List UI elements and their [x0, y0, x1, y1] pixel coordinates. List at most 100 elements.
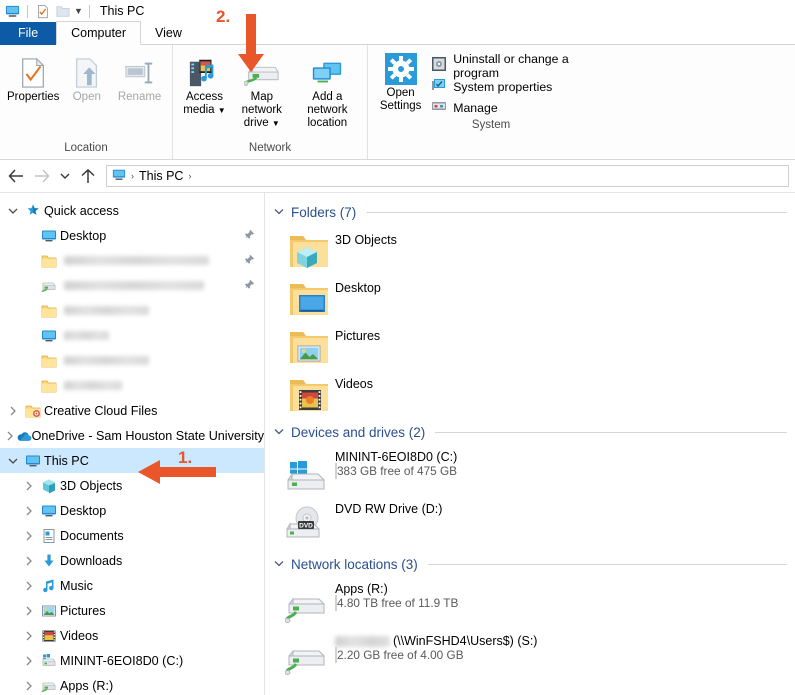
folder-icon: [38, 253, 60, 269]
chevron-right-icon[interactable]: [20, 631, 38, 641]
breadcrumb-separator-end[interactable]: ›: [188, 171, 191, 181]
drive-free-space: 4.80 TB free of 11.9 TB: [337, 596, 459, 610]
tab-file[interactable]: File: [0, 22, 57, 45]
sidebar-item-label: Desktop: [60, 228, 107, 243]
sidebar-item-redacted[interactable]: [0, 323, 264, 348]
chevron-down-icon[interactable]: [273, 559, 285, 570]
chevron-right-icon[interactable]: [4, 406, 22, 416]
folder-item[interactable]: Videos: [283, 371, 558, 419]
folder-name: Desktop: [335, 281, 381, 295]
recent-locations-button[interactable]: [56, 164, 74, 188]
sidebar-item-minint-6eoi8d0-c[interactable]: MININT-6EOI8D0 (C:): [0, 648, 264, 673]
drive-item[interactable]: (\\WinFSHD4\Users$) (S:) 2.20 GB free of …: [283, 631, 558, 683]
drive-name-row: (\\WinFSHD4\Users$) (S:): [335, 634, 537, 648]
back-button[interactable]: [4, 164, 28, 188]
sidebar-item-apps-r[interactable]: Apps (R:): [0, 673, 264, 695]
pin-icon[interactable]: [244, 254, 255, 268]
add-network-location-label-line1: Add a network: [307, 91, 348, 116]
forward-button[interactable]: [30, 164, 54, 188]
redacted-label: [64, 306, 149, 315]
sidebar-item-redacted[interactable]: [0, 298, 264, 323]
sidebar-item-quick-access[interactable]: Quick access: [0, 198, 264, 223]
folder-item[interactable]: 3D Objects: [283, 227, 558, 275]
system-properties-item[interactable]: System properties: [431, 76, 608, 97]
dvd-drive-icon: DVD: [283, 501, 335, 541]
open-icon: [72, 55, 102, 91]
sidebar-item-3d-objects[interactable]: 3D Objects: [0, 473, 264, 498]
address-bar[interactable]: › This PC ›: [106, 165, 789, 187]
rename-button[interactable]: Rename: [113, 49, 166, 104]
sidebar-item-desktop[interactable]: Desktop: [0, 498, 264, 523]
sidebar-item-downloads[interactable]: Downloads: [0, 548, 264, 573]
folder-pictures-icon: [283, 325, 335, 367]
add-network-location-icon: [310, 55, 344, 91]
sidebar-item-creative-cloud-files[interactable]: Creative Cloud Files: [0, 398, 264, 423]
folder-icon: [38, 303, 60, 319]
sidebar-item-label: This PC: [44, 453, 89, 468]
this-pc-sidebar-item[interactable]: This PC: [0, 448, 264, 473]
sidebar-item-onedrive-sam-houston-state-university[interactable]: OneDrive - Sam Houston State University: [0, 423, 264, 448]
sidebar-item-music[interactable]: Music: [0, 573, 264, 598]
chevron-right-icon[interactable]: [20, 681, 38, 691]
title-divider: [88, 4, 90, 18]
pin-icon[interactable]: [244, 229, 255, 243]
properties-button[interactable]: Properties: [6, 49, 60, 104]
folder-item[interactable]: Desktop: [283, 275, 558, 323]
tab-view[interactable]: View: [141, 22, 196, 45]
open-settings-label-line2: Settings: [379, 100, 422, 112]
chevron-right-icon[interactable]: [20, 531, 38, 541]
access-media-button[interactable]: Access media ▼: [179, 49, 230, 117]
breadcrumb-this-pc[interactable]: This PC: [139, 169, 183, 183]
chevron-down-icon[interactable]: ▼: [272, 119, 280, 128]
monitor-icon[interactable]: [4, 3, 21, 20]
section-header[interactable]: Folders (7): [273, 201, 795, 223]
chevron-down-icon[interactable]: [4, 457, 22, 465]
system-command-list: Uninstall or change a program System pro…: [431, 51, 608, 118]
chevron-down-icon[interactable]: [273, 427, 285, 438]
section-header[interactable]: Devices and drives (2): [273, 421, 795, 443]
sidebar-item-redacted[interactable]: [0, 273, 264, 298]
section-header[interactable]: Network locations (3): [273, 553, 795, 575]
manage-item[interactable]: Manage: [431, 97, 608, 118]
properties-icon[interactable]: [34, 3, 51, 20]
access-media-label-line2: media: [183, 104, 215, 116]
sidebar-item-redacted[interactable]: [0, 348, 264, 373]
sidebar-item-documents[interactable]: Documents: [0, 523, 264, 548]
network-drive-icon: [283, 633, 335, 677]
sidebar-item-videos[interactable]: Videos: [0, 623, 264, 648]
chevron-right-icon[interactable]: [20, 656, 38, 666]
chevron-right-icon[interactable]: [20, 581, 38, 591]
chevron-right-icon[interactable]: [4, 431, 16, 441]
map-network-drive-button[interactable]: Map network drive ▼: [230, 49, 294, 130]
drive-item[interactable]: MININT-6EOI8D0 (C:) 383 GB free of 475 GB: [283, 447, 558, 499]
sidebar-item-pictures[interactable]: Pictures: [0, 598, 264, 623]
chevron-right-icon[interactable]: [20, 556, 38, 566]
folder-item[interactable]: Pictures: [283, 323, 558, 371]
pin-icon[interactable]: [244, 279, 255, 293]
open-settings-button[interactable]: Open Settings: [376, 51, 425, 113]
sidebar-item-redacted[interactable]: [0, 373, 264, 398]
chevron-right-icon[interactable]: [20, 606, 38, 616]
up-button[interactable]: [76, 164, 100, 188]
drive-item[interactable]: DVD DVD RW Drive (D:): [283, 499, 558, 551]
chevron-down-icon[interactable]: [4, 207, 22, 215]
sidebar-item-desktop[interactable]: Desktop: [0, 223, 264, 248]
sidebar-item-label: Videos: [60, 628, 99, 643]
chevron-down-icon[interactable]: [273, 207, 285, 218]
drive-item[interactable]: Apps (R:) 4.80 TB free of 11.9 TB: [283, 579, 558, 631]
open-button[interactable]: Open: [60, 49, 113, 104]
uninstall-or-change-a-program-item[interactable]: Uninstall or change a program: [431, 52, 608, 80]
tab-computer[interactable]: Computer: [56, 21, 142, 45]
manage-icon: [431, 98, 447, 117]
chevron-right-icon[interactable]: [20, 481, 38, 491]
chevron-down-icon[interactable]: ▼: [218, 106, 226, 115]
sidebar-item-label: 3D Objects: [60, 478, 123, 493]
sidebar-item-redacted[interactable]: [0, 248, 264, 273]
toolbar-divider: [27, 4, 28, 18]
windows-drive-icon: [38, 653, 60, 669]
system-properties-icon: [431, 77, 447, 96]
add-network-location-button[interactable]: Add a network location: [294, 49, 361, 130]
chevron-right-icon[interactable]: [20, 506, 38, 516]
customize-quick-access-chevron-icon[interactable]: ▼: [74, 6, 83, 16]
new-folder-icon[interactable]: [54, 3, 71, 20]
